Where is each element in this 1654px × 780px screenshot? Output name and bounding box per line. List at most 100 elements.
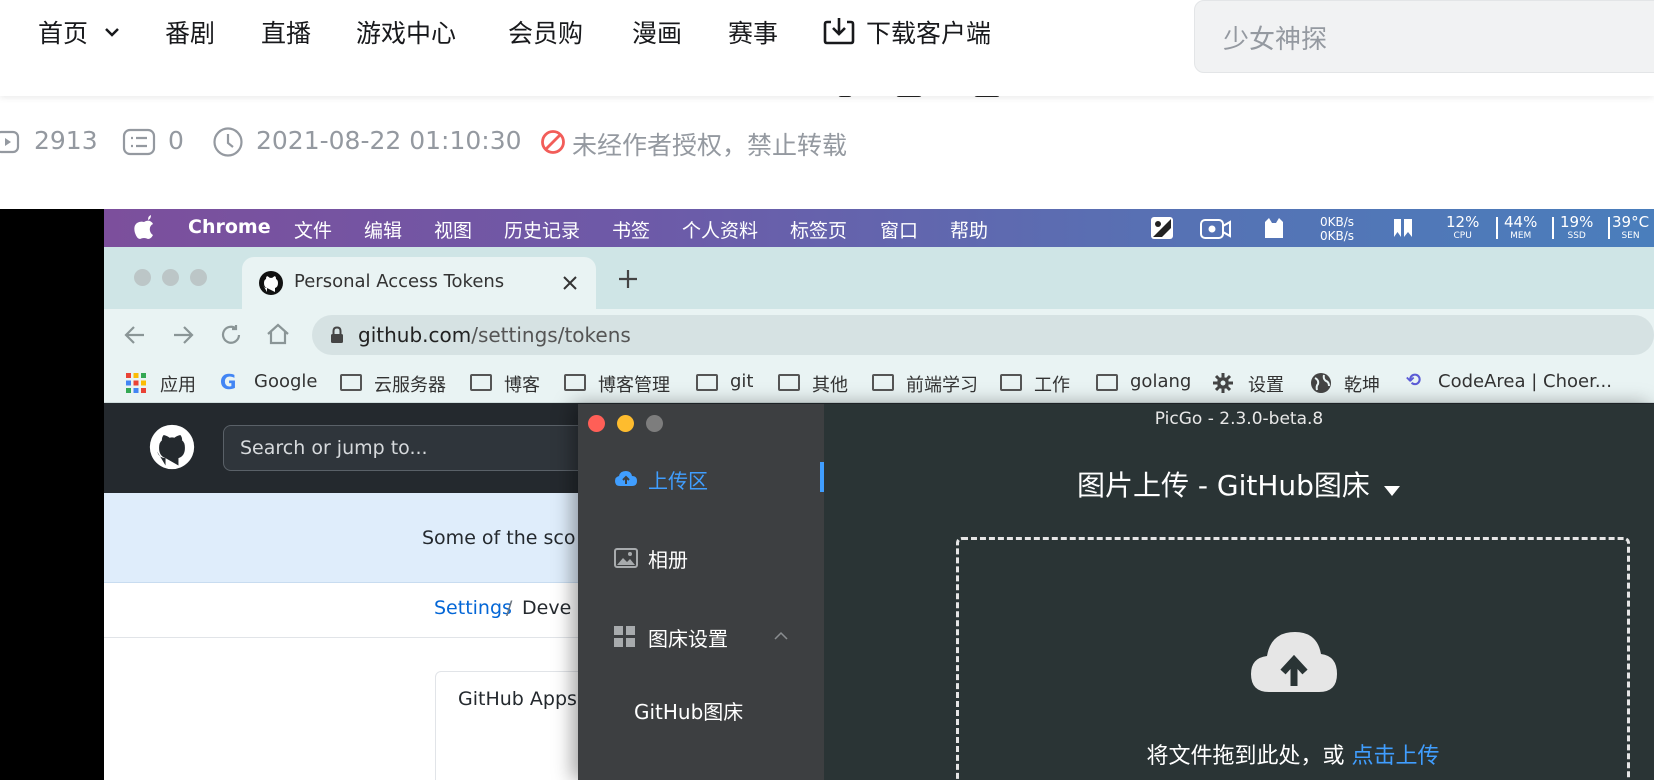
- folder-icon: [1000, 374, 1022, 391]
- folder-icon: [470, 374, 492, 391]
- bookmark-codearea[interactable]: CodeArea | Choer...: [1438, 371, 1612, 392]
- browser-tab-active[interactable]: Personal Access Tokens: [242, 257, 596, 309]
- ssd-label: SSD: [1567, 231, 1586, 241]
- nav-anime[interactable]: 番剧: [165, 14, 215, 50]
- bookmark-google[interactable]: Google: [254, 371, 317, 392]
- url-text: github.com/settings/tokens: [358, 323, 631, 347]
- bookmark-settings[interactable]: 设置: [1248, 371, 1284, 397]
- window-minimize-light[interactable]: [162, 269, 179, 286]
- view-count: 2913: [34, 126, 98, 155]
- github-logo-icon[interactable]: [148, 423, 196, 471]
- nav-game-center[interactable]: 游戏中心: [356, 14, 456, 50]
- copyright-notice: 未经作者授权，禁止转载: [572, 131, 848, 160]
- net-up: 0KB/s: [1320, 215, 1355, 229]
- picgo-menu-bed-settings[interactable]: 图床设置: [648, 623, 728, 652]
- folder-icon: [564, 374, 586, 391]
- picgo-menu-upload[interactable]: 上传区: [648, 465, 708, 494]
- picgo-main-panel: PicGo - 2.3.0-beta.8 图片上传 - GitHub图床 将文件…: [824, 404, 1654, 780]
- nav-download-client[interactable]: 下载客户端: [866, 14, 991, 50]
- divider: [1552, 217, 1554, 239]
- nav-home[interactable]: 首页: [38, 14, 88, 50]
- picgo-submenu-github[interactable]: GitHub图床: [634, 696, 743, 725]
- chevron-up-icon[interactable]: [774, 631, 788, 641]
- window-close-light[interactable]: [134, 269, 151, 286]
- back-icon[interactable]: [124, 324, 146, 346]
- bookmark-folder[interactable]: 工作: [1034, 371, 1070, 397]
- github-search-placeholder: Search or jump to...: [240, 437, 428, 459]
- upload-title[interactable]: 图片上传 - GitHub图床: [1077, 469, 1370, 502]
- mem-stat: 44% MEM: [1504, 215, 1537, 243]
- url-path: /settings/tokens: [471, 323, 631, 347]
- cloud-upload-large-icon: [1251, 632, 1337, 692]
- menubar-item: 文件: [294, 220, 333, 242]
- net-down: 0KB/s: [1320, 229, 1355, 243]
- video-player[interactable]: Chrome 文件 编辑 视图 历史记录 书签 个人资料 标签页 窗口 帮助 0…: [0, 209, 1654, 780]
- click-upload-link[interactable]: 点击上传: [1352, 744, 1440, 769]
- home-icon[interactable]: [266, 323, 290, 345]
- url-host: github.com: [358, 323, 472, 347]
- window-zoom-light[interactable]: [190, 269, 207, 286]
- new-tab-icon[interactable]: [618, 269, 638, 289]
- lock-icon[interactable]: [330, 326, 344, 344]
- picgo-window: 上传区 相册 图床设置 GitHub图床 PicGo - 2.3.0-beta.…: [578, 404, 1654, 780]
- sensor-label: SEN: [1621, 231, 1640, 241]
- bookmark-folder[interactable]: 云服务器: [374, 371, 446, 397]
- folder-icon: [696, 374, 718, 391]
- cat-icon: [1265, 218, 1283, 238]
- divider: [1496, 217, 1498, 239]
- no-repost-icon: [541, 130, 565, 154]
- picgo-menu-album[interactable]: 相册: [648, 544, 688, 573]
- search-placeholder: 少女神探: [1223, 25, 1328, 55]
- apps-grid-icon[interactable]: [126, 373, 146, 393]
- bookmark-folder[interactable]: 其他: [812, 371, 848, 397]
- dropzone-text-row: 将文件拖到此处，或 点击上传: [959, 738, 1627, 770]
- picgo-close-light[interactable]: [588, 415, 605, 432]
- menu-github-apps[interactable]: GitHub Apps: [458, 688, 577, 710]
- bookmark-folder[interactable]: 博客: [504, 371, 540, 397]
- caret-down-icon[interactable]: [1383, 485, 1401, 497]
- breadcrumb-settings[interactable]: Settings: [434, 597, 512, 619]
- chevron-down-icon[interactable]: [104, 26, 120, 38]
- browser-tabstrip: Personal Access Tokens: [104, 247, 1654, 309]
- upload-title-row[interactable]: 图片上传 - GitHub图床: [824, 464, 1654, 504]
- macos-menubar: Chrome 文件 编辑 视图 历史记录 书签 个人资料 标签页 窗口 帮助 0…: [104, 209, 1654, 247]
- nav-live[interactable]: 直播: [261, 14, 311, 50]
- nav-manga[interactable]: 漫画: [632, 14, 682, 50]
- github-favicon-icon: [259, 271, 283, 295]
- apple-icon: [134, 215, 153, 239]
- close-tab-icon[interactable]: [562, 275, 578, 291]
- bookmark-folder[interactable]: 博客管理: [598, 371, 670, 397]
- menubar-item: 帮助: [950, 220, 989, 242]
- breadcrumb-separator: /: [506, 597, 513, 619]
- picgo-minimize-light[interactable]: [617, 415, 634, 432]
- bookmark-folder[interactable]: git: [730, 371, 753, 392]
- picgo-zoom-light[interactable]: [646, 415, 663, 432]
- reload-icon[interactable]: [220, 324, 242, 346]
- menubar-item: 历史记录: [504, 220, 581, 242]
- divider: [1608, 217, 1610, 239]
- nav-events[interactable]: 赛事: [728, 14, 778, 50]
- breadcrumb-developer[interactable]: Deve: [522, 597, 571, 619]
- search-input[interactable]: 少女神探: [1194, 0, 1654, 73]
- address-bar[interactable]: github.com/settings/tokens: [312, 315, 1654, 355]
- ssd-stat: 19% SSD: [1560, 215, 1593, 243]
- mem-label: MEM: [1510, 231, 1532, 241]
- bookmarks-bar: 应用 G Google 云服务器 博客 博客管理 git 其他 前端学习 工作 …: [104, 361, 1654, 403]
- menubar-item: 书签: [612, 220, 651, 242]
- gear-icon: [1213, 373, 1233, 393]
- bookmark-qiankun[interactable]: 乾坤: [1344, 371, 1380, 397]
- upload-dropzone[interactable]: 将文件拖到此处，或 点击上传: [956, 537, 1630, 780]
- download-icon[interactable]: [822, 16, 856, 46]
- publish-datetime: 2021-08-22 01:10:30: [256, 126, 522, 155]
- forward-icon[interactable]: [172, 324, 194, 346]
- video-frame-mac-desktop: Chrome 文件 编辑 视图 历史记录 书签 个人资料 标签页 窗口 帮助 0…: [104, 209, 1654, 780]
- grid-icon: [614, 626, 635, 647]
- bookmark-folder[interactable]: 前端学习: [906, 371, 978, 397]
- menubar-item: 个人资料: [682, 220, 759, 242]
- bookmark-folder[interactable]: golang: [1130, 371, 1191, 392]
- nav-vip-shop[interactable]: 会员购: [508, 14, 583, 50]
- bookmark-apps[interactable]: 应用: [160, 371, 196, 397]
- codearea-icon: ⟲: [1406, 370, 1422, 391]
- globe-icon: [1311, 373, 1331, 393]
- picgo-window-title: PicGo - 2.3.0-beta.8: [1154, 409, 1324, 429]
